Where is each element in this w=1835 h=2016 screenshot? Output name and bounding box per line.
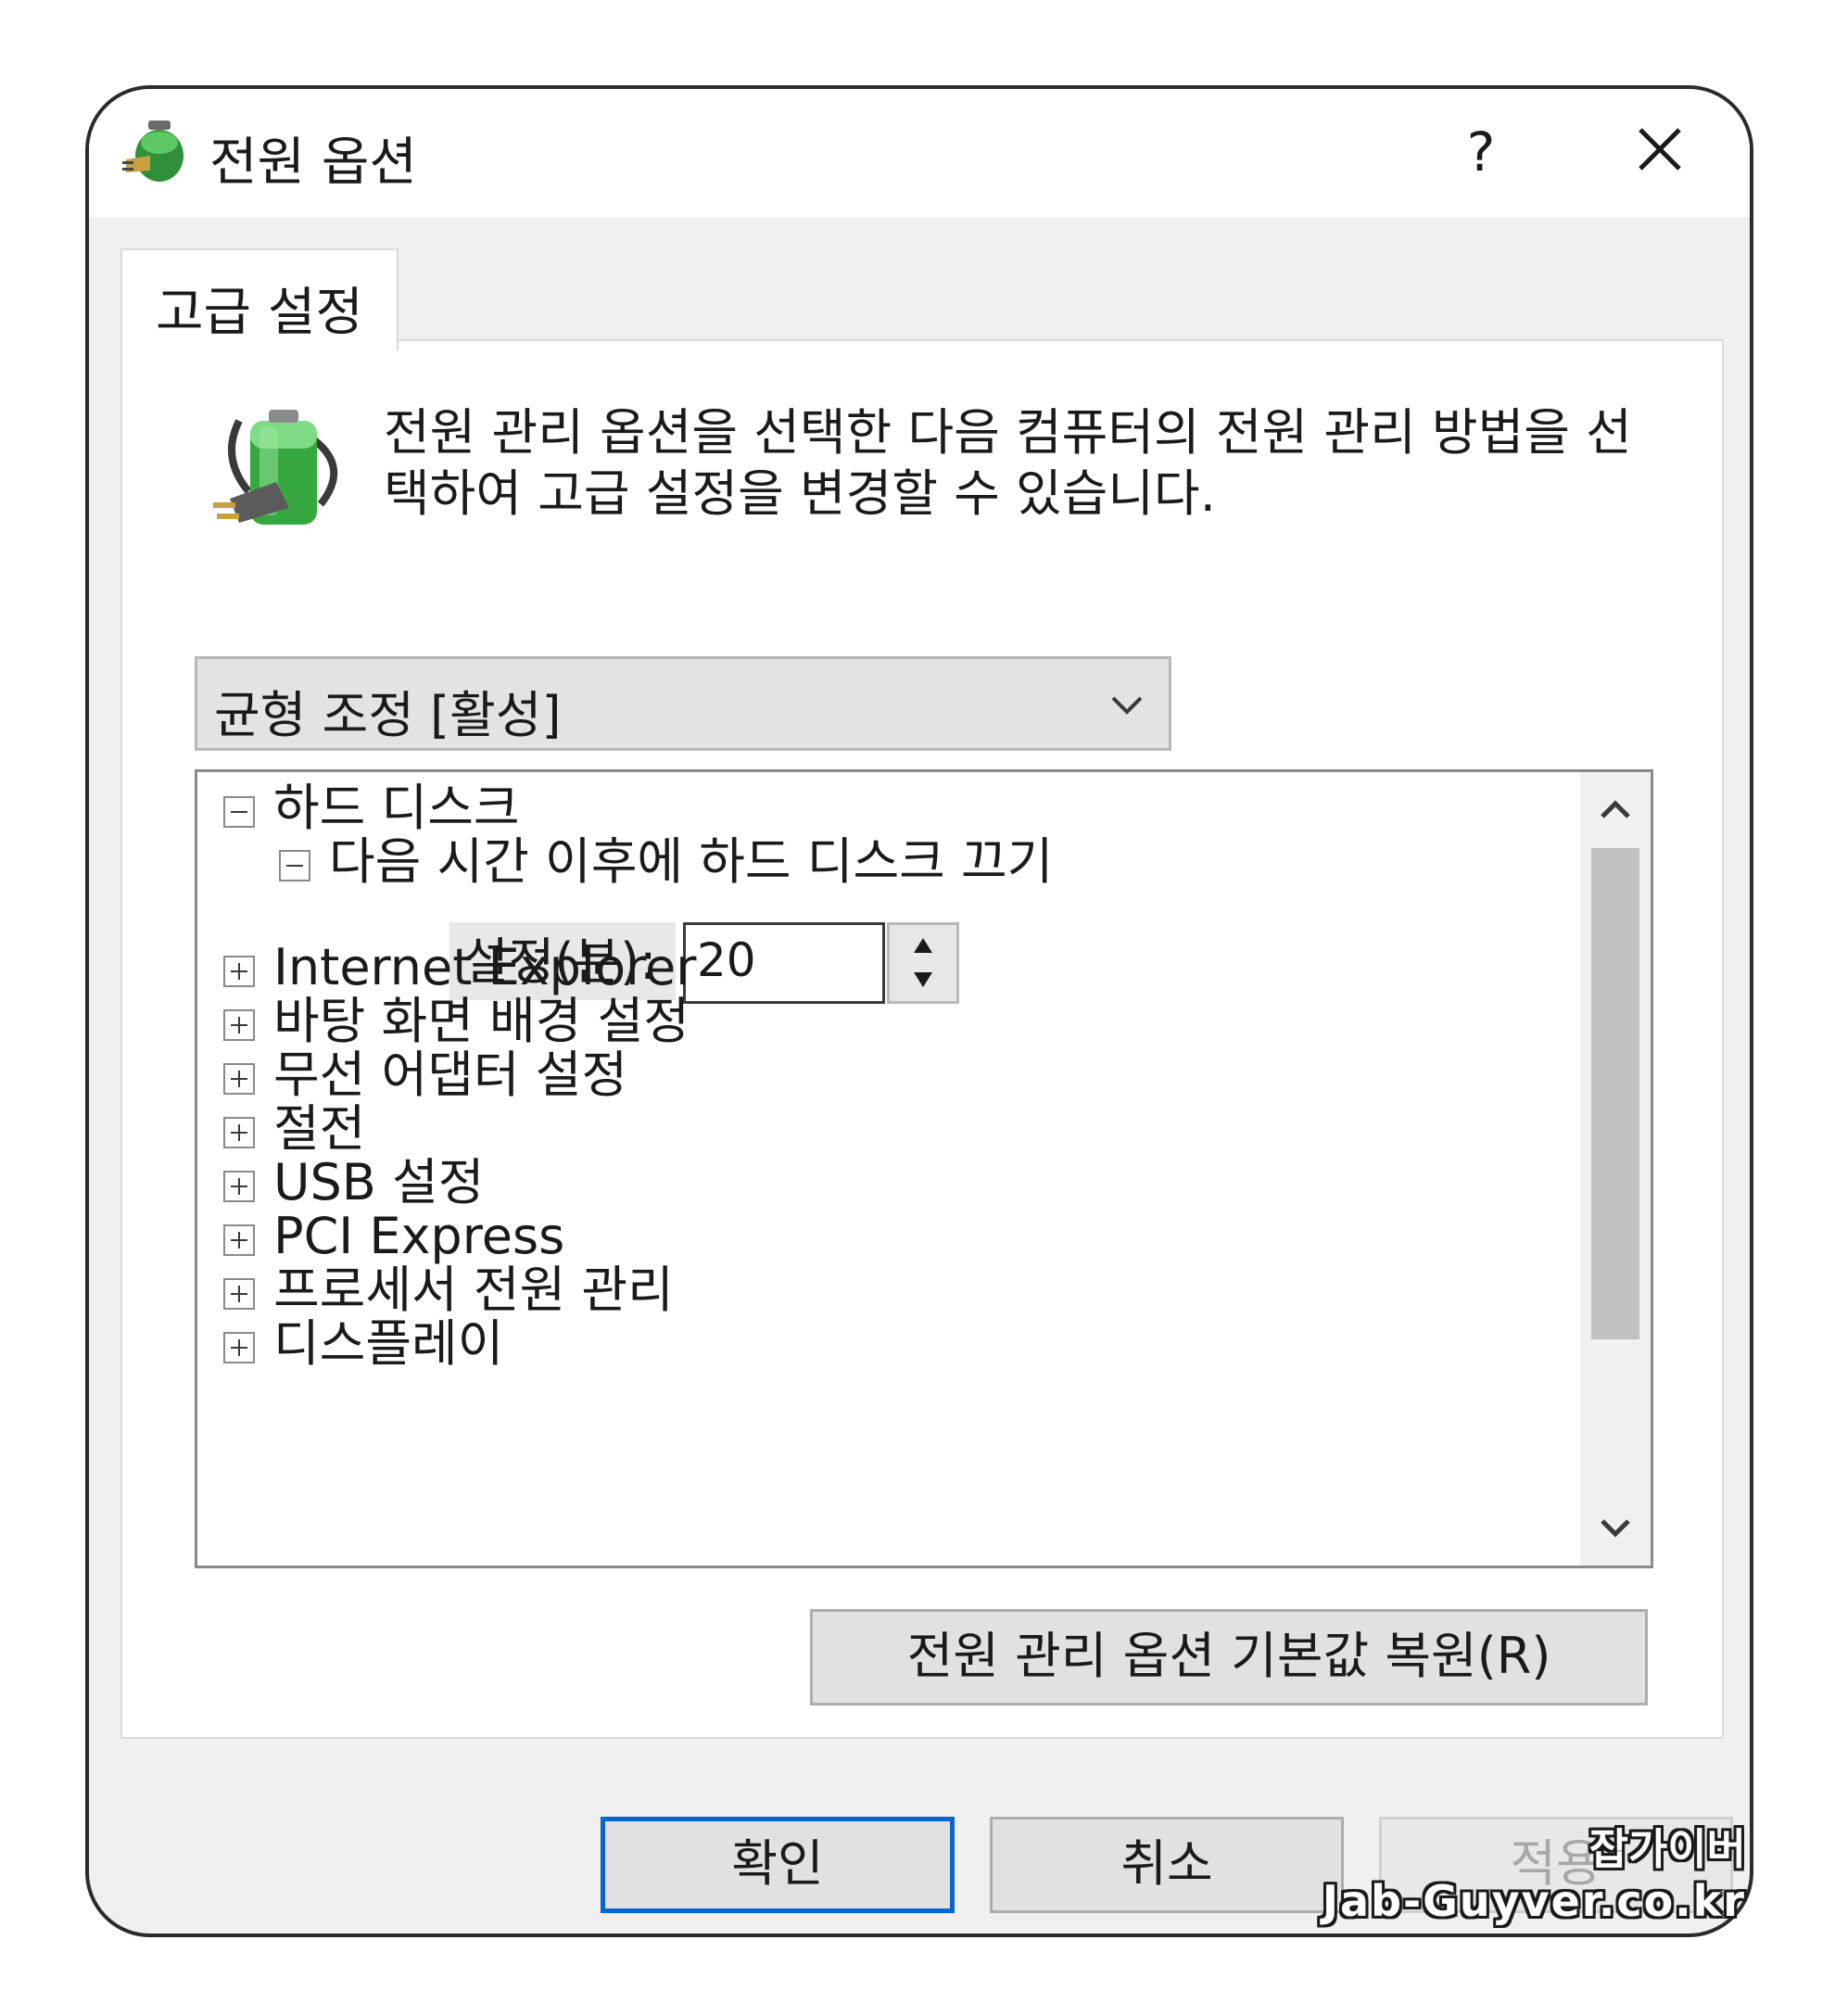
cancel-button[interactable]: 취소 xyxy=(990,1817,1344,1913)
tree-item-label: 다음 시간 이후에 하드 디스크 끄기 xyxy=(329,832,1054,891)
power-options-dialog: 전원 옵션 ? 고급 설정 전원 관리 옵션을 선택한 다음 컴퓨터의 전원 관… xyxy=(85,85,1753,1937)
scroll-down-icon[interactable] xyxy=(1580,1491,1651,1566)
help-button[interactable]: ? xyxy=(1453,115,1509,189)
advanced-settings-panel: 전원 관리 옵션을 선택한 다음 컴퓨터의 전원 관리 방법을 선택하여 고급 … xyxy=(120,339,1724,1739)
settings-tree: 하드 디스크 다음 시간 이후에 하드 디스크 끄기 설정(분): 20 Int… xyxy=(195,769,1653,1568)
title-bar: 전원 옵션 ? xyxy=(89,89,1750,217)
spin-down-icon[interactable] xyxy=(890,963,956,1001)
tree-item-label: 디스플레이 xyxy=(273,1314,504,1373)
window-title: 전원 옵션 xyxy=(209,133,417,193)
tab-label: 고급 설정 xyxy=(156,283,363,343)
expand-icon[interactable] xyxy=(223,956,255,987)
power-options-icon xyxy=(122,120,184,182)
expand-icon[interactable] xyxy=(223,1224,255,1256)
description-text: 전원 관리 옵션을 선택한 다음 컴퓨터의 전원 관리 방법을 선택하여 고급 … xyxy=(384,403,1632,523)
battery-plug-icon xyxy=(213,410,338,525)
expand-icon[interactable] xyxy=(223,1117,255,1148)
spin-up-icon[interactable] xyxy=(890,925,956,963)
collapse-icon[interactable] xyxy=(223,796,255,828)
expand-icon[interactable] xyxy=(223,1171,255,1202)
chevron-down-icon xyxy=(1111,696,1143,715)
watermark: 잡가이버 Jab-Guyver.co.kr xyxy=(1322,1823,1746,1927)
expand-icon[interactable] xyxy=(223,1332,255,1363)
power-plan-selected-value: 균형 조정 [활성] xyxy=(214,686,562,744)
tab-advanced-settings[interactable]: 고급 설정 xyxy=(120,248,399,350)
minutes-stepper[interactable] xyxy=(887,922,959,1004)
expand-icon[interactable] xyxy=(223,1278,255,1310)
watermark-text: 잡가이버 xyxy=(1588,1824,1746,1874)
watermark-url: Jab-Guyver.co.kr xyxy=(1322,1876,1746,1926)
collapse-icon[interactable] xyxy=(279,850,310,881)
minutes-input[interactable]: 20 xyxy=(683,922,885,1004)
scrollbar-thumb[interactable] xyxy=(1591,848,1639,1339)
scroll-up-icon[interactable] xyxy=(1580,772,1651,846)
expand-icon[interactable] xyxy=(223,1009,255,1041)
restore-defaults-button[interactable]: 전원 관리 옵션 기본값 복원(R) xyxy=(810,1609,1648,1705)
expand-icon[interactable] xyxy=(223,1063,255,1095)
power-plan-select[interactable]: 균형 조정 [활성] xyxy=(195,656,1171,751)
tree-scrollbar[interactable] xyxy=(1580,772,1651,1566)
close-icon[interactable] xyxy=(1618,108,1702,191)
ok-button[interactable]: 확인 xyxy=(601,1817,955,1913)
